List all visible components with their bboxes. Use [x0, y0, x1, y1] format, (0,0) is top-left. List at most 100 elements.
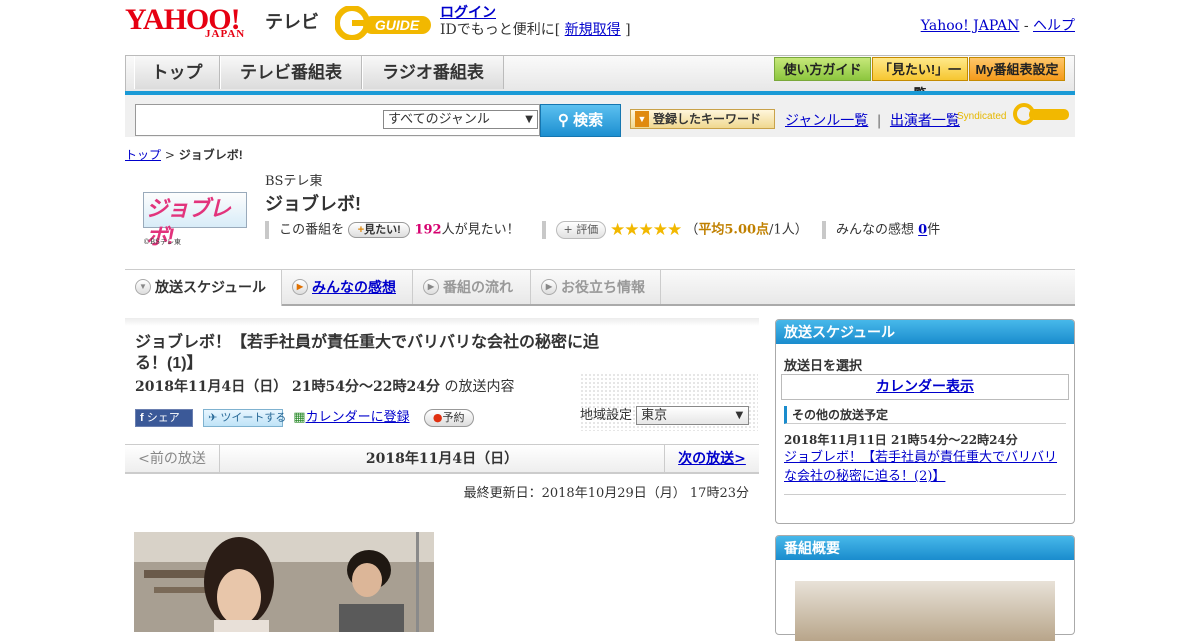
tab-radio-schedule[interactable]: ラジオ番組表 — [362, 56, 504, 89]
next-broadcast-link[interactable]: 次の放送> — [664, 445, 759, 473]
tab-broadcast-schedule-label: 放送スケジュール — [155, 279, 267, 295]
login-message: IDでもっと便利に[ — [440, 22, 561, 38]
breadcrumb-top[interactable]: トップ — [125, 148, 161, 162]
chevron-down-icon: ▼ — [135, 279, 151, 295]
tab-useful-info-label: お役立ち情報 — [561, 279, 645, 295]
next-broadcast-label[interactable]: 次の放送> — [678, 451, 746, 467]
facebook-share-label: シェア — [146, 411, 180, 424]
schedule-box-header: 放送スケジュール — [776, 320, 1074, 344]
login-link[interactable]: ログイン — [440, 5, 496, 21]
impressions-count-link[interactable]: 0 — [918, 223, 927, 238]
select-date-label: 放送日を選択 — [784, 359, 863, 374]
program-tabs: ▼ 放送スケジュール ▶ みんなの感想 ▶ 番組の流れ ▶ お役立ち情報 — [125, 269, 1075, 306]
episode-date-suffix: の放送内容 — [444, 379, 515, 395]
wishlist-button[interactable]: 「見たい!」一覧 — [872, 57, 968, 101]
other-schedule-header: その他の放送予定 — [784, 406, 1066, 424]
episode-header: ジョブレボ！【若手社員が責任重大でバリバリな会社の秘密に迫る！(1)】 2018… — [125, 318, 759, 434]
episode-datetime: 2018年11月4日（日） 21時54分～22時24分 の放送内容 — [135, 376, 514, 396]
rating-average: 平均5.00点 — [698, 222, 770, 238]
episode-photo — [134, 532, 434, 632]
rate-button-label: 評価 — [576, 223, 599, 236]
program-logo-caption: ©BSテレ東 — [143, 238, 181, 246]
rating-stars: ★★★★★ — [610, 220, 682, 240]
chevron-right-icon: ▶ — [423, 279, 439, 295]
calendar-view-button[interactable]: カレンダー表示 — [781, 374, 1069, 400]
tab-program-flow-label: 番組の流れ — [443, 279, 513, 295]
login-area: ログイン IDでもっと便利に[ 新規取得 ] — [440, 5, 631, 39]
record-dot-icon: ● — [432, 410, 443, 424]
episode-date: 2018年11月4日（日） 21時54分～22時24分 — [135, 379, 440, 395]
reserve-button-label: 予約 — [442, 410, 465, 424]
program-stats: この番組を +見たい! 192人が見たい！ + 評価 ★★★★★ （平均5.00… — [265, 220, 940, 240]
twitter-bird-icon: ✈ — [208, 411, 221, 424]
tab-top[interactable]: トップ — [134, 56, 220, 89]
want-prefix: この番組を — [279, 222, 345, 238]
yahoo-japan-link[interactable]: Yahoo! JAPAN — [921, 18, 1020, 34]
divider — [784, 494, 1066, 495]
broadcast-nav: <前の放送 2018年11月4日（日） 次の放送> — [125, 444, 759, 474]
search-row: すべてのジャンル ▼ ⚲ 検索 ▼ 登録したキーワード ジャンル一覧 | 出演者… — [125, 95, 1075, 137]
chevron-down-icon: ▼ — [525, 114, 533, 125]
tab-tv-schedule[interactable]: テレビ番組表 — [220, 56, 362, 89]
other-schedule-link[interactable]: ジョブレボ！【若手社員が責任重大でバリバリな会社の秘密に迫る！(2)】 — [784, 448, 1066, 486]
calendar-icon: ▦ — [293, 410, 306, 425]
add-to-calendar-link[interactable]: カレンダーに登録 — [306, 410, 410, 425]
other-schedule-title[interactable]: ジョブレボ！【若手社員が責任重大でバリバリな会社の秘密に迫る！(2)】 — [784, 450, 1057, 484]
tab-broadcast-schedule[interactable]: ▼ 放送スケジュール — [125, 270, 282, 306]
registered-keyword-label: 登録したキーワード — [653, 112, 762, 126]
tab-impressions-label: みんなの感想 — [312, 279, 396, 295]
rate-button[interactable]: + 評価 — [555, 221, 606, 239]
gguide-logo[interactable]: GUIDE — [335, 6, 435, 40]
genre-list-link[interactable]: ジャンル一覧 — [785, 113, 868, 129]
guide-button[interactable]: 使い方ガイド — [774, 57, 871, 81]
my-schedule-button[interactable]: My番組表設定 — [969, 57, 1065, 81]
link-separator: | — [876, 113, 882, 129]
global-nav: トップ テレビ番組表 ラジオ番組表 使い方ガイド 「見たい!」一覧 My番組表設… — [125, 55, 1075, 101]
divider — [821, 221, 826, 239]
chevron-right-icon: ▶ — [292, 279, 308, 295]
yahoo-logo-sub: JAPAN — [205, 28, 246, 40]
search-button-label: 検索 — [573, 112, 604, 129]
region-value: 東京 — [641, 408, 668, 423]
program-title: ジョブレボ! — [265, 194, 361, 214]
page: YAHOO! JAPAN テレビ GUIDE ログイン IDでもっと便利に[ 新… — [125, 0, 1075, 641]
facebook-icon: f — [140, 411, 147, 424]
genre-select[interactable]: すべてのジャンル ▼ — [383, 110, 538, 129]
chevron-right-icon: ▶ — [541, 279, 557, 295]
tv-label: テレビ — [265, 12, 319, 32]
performers-link[interactable]: 出演者一覧 — [890, 113, 960, 129]
impressions-label: みんなの感想 — [835, 222, 914, 238]
divider — [265, 221, 269, 239]
register-link[interactable]: 新規取得 — [565, 22, 621, 38]
channel-name: BSテレ東 — [265, 174, 323, 189]
search-icon: ⚲ — [557, 112, 569, 129]
divider — [541, 221, 546, 239]
tab-useful-info: ▶ お役立ち情報 — [531, 270, 661, 304]
breadcrumb-separator: > — [164, 148, 175, 162]
region-select[interactable]: 東京 ▼ — [636, 406, 750, 425]
region-setting: 地域設定 東京 ▼ — [580, 404, 750, 425]
help-link[interactable]: ヘルプ — [1033, 18, 1075, 34]
rating-people: /1人） — [769, 222, 808, 238]
registered-keyword-button[interactable]: ▼ 登録したキーワード — [630, 109, 775, 129]
tweet-button[interactable]: ✈ ツイートする — [203, 408, 286, 427]
breadcrumb-current: ジョブレボ! — [178, 148, 243, 162]
share-row: f シェア ✈ ツイートする ▦カレンダーに登録 ●予約 — [135, 406, 474, 427]
program-logo: ジョブレボ! — [143, 192, 247, 249]
tab-impressions[interactable]: ▶ みんなの感想 — [282, 270, 413, 304]
tab-program-flow: ▶ 番組の流れ — [413, 270, 531, 304]
want-to-watch-button[interactable]: +見たい! — [348, 222, 411, 238]
current-broadcast-date: 2018年11月4日（日） — [365, 451, 519, 467]
reserve-button[interactable]: ●予約 — [423, 408, 474, 427]
calendar-view-label[interactable]: カレンダー表示 — [876, 379, 974, 395]
header-dash: - — [1023, 18, 1029, 34]
svg-text:GUIDE: GUIDE — [375, 17, 420, 33]
schedule-box: 放送スケジュール 放送日を選択 カレンダー表示 その他の放送予定 2018年11… — [775, 319, 1075, 524]
region-label: 地域設定 — [580, 408, 633, 423]
search-button[interactable]: ⚲ 検索 — [540, 104, 621, 137]
search-links: ジャンル一覧 | 出演者一覧 — [785, 110, 960, 130]
login-message-end: ] — [625, 22, 631, 38]
program-summary-header: 番組概要 — [776, 536, 1074, 560]
other-schedule-date: 2018年11月11日 21時54分～22時24分 — [784, 433, 1018, 447]
facebook-share-button[interactable]: f シェア — [135, 408, 193, 427]
